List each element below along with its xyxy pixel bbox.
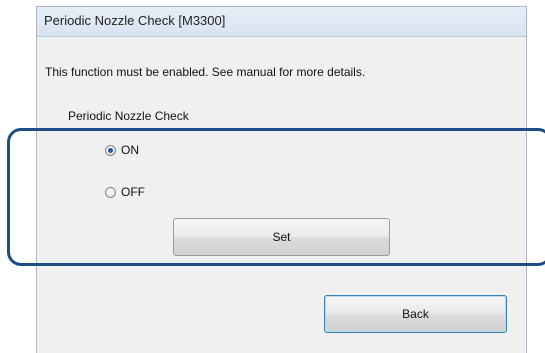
window-title: Periodic Nozzle Check [M3300] — [44, 13, 226, 28]
section-label: Periodic Nozzle Check — [68, 109, 189, 123]
radio-label-off: OFF — [121, 185, 145, 199]
radio-option-off[interactable]: OFF — [105, 185, 145, 199]
radio-unselected-icon[interactable] — [105, 186, 116, 198]
radio-label-on: ON — [121, 143, 139, 157]
radio-option-on[interactable]: ON — [105, 143, 139, 157]
radio-selected-icon[interactable] — [105, 144, 116, 156]
dialog-window: Periodic Nozzle Check [M3300] This funct… — [36, 6, 527, 353]
title-bar: Periodic Nozzle Check [M3300] — [37, 7, 526, 37]
back-button[interactable]: Back — [324, 295, 507, 333]
info-message: This function must be enabled. See manua… — [45, 65, 366, 79]
set-button[interactable]: Set — [173, 218, 390, 256]
left-margin — [0, 0, 36, 353]
